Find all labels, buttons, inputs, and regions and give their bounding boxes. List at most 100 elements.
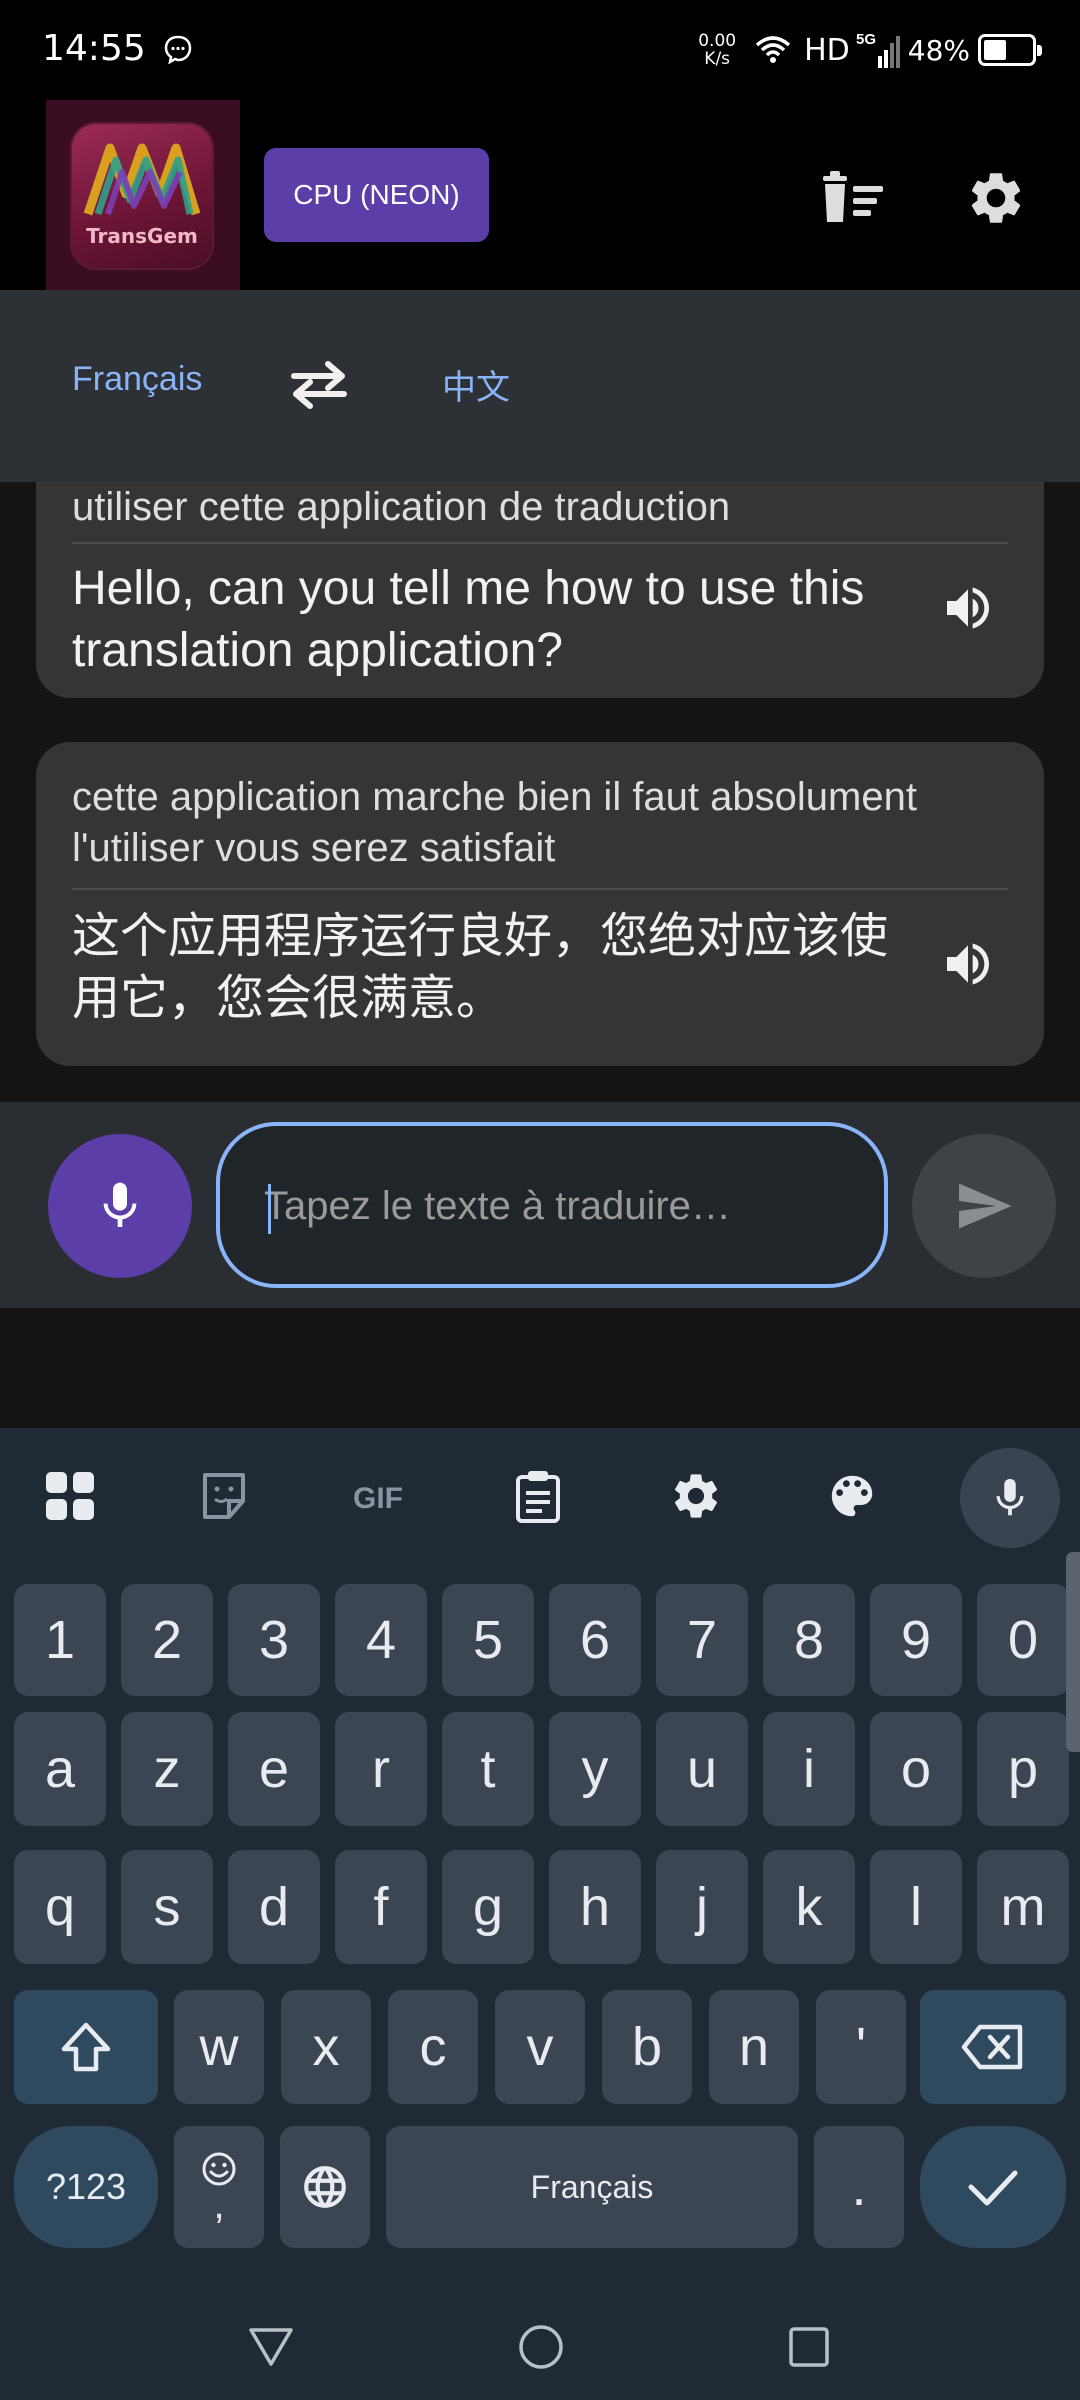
message-divider [72, 542, 1008, 544]
number-key[interactable]: 4 [335, 1584, 427, 1696]
mic-icon [996, 1478, 1024, 1516]
settings-button[interactable] [956, 158, 1036, 238]
keyboard-voice-button[interactable] [960, 1448, 1060, 1548]
sticker-icon [203, 1473, 245, 1519]
svg-text:GIF: GIF [353, 1482, 403, 1515]
done-key[interactable] [920, 2126, 1066, 2248]
letter-key[interactable]: c [388, 1990, 478, 2104]
number-key[interactable]: 6 [549, 1584, 641, 1696]
letter-key[interactable]: t [442, 1712, 534, 1826]
letter-key[interactable]: i [763, 1712, 855, 1826]
conversation-list[interactable]: utiliser cette application de traduction… [0, 482, 1080, 1102]
number-key[interactable]: 8 [763, 1584, 855, 1696]
number-key[interactable]: 1 [14, 1584, 106, 1696]
clear-history-button[interactable] [812, 158, 892, 238]
letter-key[interactable]: n [709, 1990, 799, 2104]
space-key[interactable]: Français [386, 2126, 798, 2248]
period-key[interactable]: . [814, 2126, 904, 2248]
letter-key[interactable]: g [442, 1850, 534, 1964]
target-language-selector[interactable]: 中文 [442, 360, 510, 409]
translation-text-field[interactable] [216, 1122, 888, 1288]
source-language-selector[interactable]: Français [72, 360, 202, 399]
hd-indicator: HD [804, 32, 850, 68]
status-indicators: 0.00 K/s HD 5G 48% [698, 26, 1042, 74]
message-card: utiliser cette application de traduction… [36, 482, 1044, 698]
comma-label: , [213, 2183, 225, 2227]
number-key[interactable]: 2 [121, 1584, 213, 1696]
letter-key[interactable]: m [977, 1850, 1069, 1964]
letter-key[interactable]: j [656, 1850, 748, 1964]
clipboard-icon [516, 1471, 560, 1523]
settings-icon [971, 173, 1021, 223]
speak-translation-button[interactable] [940, 580, 996, 636]
letter-key[interactable]: r [335, 1712, 427, 1826]
palette-icon [831, 1475, 873, 1517]
emoji-icon [202, 2152, 236, 2186]
theme-button[interactable] [814, 1458, 890, 1534]
symbols-key[interactable]: ?123 [14, 2126, 158, 2248]
app-logo: TransGem [46, 100, 240, 290]
letter-key[interactable]: b [602, 1990, 692, 2104]
letter-key[interactable]: u [656, 1712, 748, 1826]
number-key[interactable]: 5 [442, 1584, 534, 1696]
empty-area [0, 1308, 1080, 1428]
home-circle-icon [519, 2325, 563, 2369]
swap-languages-button[interactable] [286, 354, 352, 414]
apps-grid-button[interactable] [32, 1458, 108, 1534]
number-key[interactable]: 9 [870, 1584, 962, 1696]
letter-key[interactable]: l [870, 1850, 962, 1964]
letter-key[interactable]: e [228, 1712, 320, 1826]
back-button[interactable] [236, 2312, 306, 2382]
message-translation-text: Hello, can you tell me how to use this t… [72, 562, 865, 677]
shift-key[interactable] [14, 1990, 158, 2104]
gif-icon: GIF [353, 1482, 403, 1515]
number-key[interactable]: 7 [656, 1584, 748, 1696]
letter-key[interactable]: d [228, 1850, 320, 1964]
letter-key[interactable]: q [14, 1850, 106, 1964]
letter-key[interactable]: k [763, 1850, 855, 1964]
letter-key[interactable]: f [335, 1850, 427, 1964]
letter-key[interactable]: z [121, 1712, 213, 1826]
clipboard-button[interactable] [500, 1458, 576, 1534]
battery-percent: 48% [907, 33, 970, 67]
emoji-key[interactable]: , [174, 2126, 264, 2248]
wifi-icon [755, 36, 791, 63]
recents-button[interactable] [774, 2312, 844, 2382]
message-source-text: utiliser cette application de traduction [72, 485, 731, 529]
letter-key[interactable]: x [281, 1990, 371, 2104]
text-cursor [268, 1184, 271, 1234]
input-bar [0, 1102, 1080, 1308]
speaker-icon [947, 943, 989, 985]
letter-key[interactable]: s [121, 1850, 213, 1964]
logo-text: TransGem [86, 224, 198, 248]
speak-translation-button[interactable] [940, 936, 996, 992]
letter-key[interactable]: y [549, 1712, 641, 1826]
keyboard-settings-button[interactable] [658, 1458, 734, 1534]
cpu-backend-button[interactable]: CPU (NEON) [264, 148, 489, 242]
number-key[interactable]: 3 [228, 1584, 320, 1696]
language-switch-key[interactable] [280, 2126, 370, 2248]
backspace-icon [961, 2024, 1023, 2070]
translation-input[interactable] [264, 1166, 844, 1246]
number-key[interactable]: 0 [977, 1584, 1069, 1696]
gif-button[interactable]: GIF [344, 1458, 420, 1534]
sticker-button[interactable] [186, 1458, 262, 1534]
letter-key[interactable]: o [870, 1712, 962, 1826]
battery-icon [978, 34, 1042, 66]
letter-key[interactable]: a [14, 1712, 106, 1826]
keyboard-scroll-handle[interactable] [1066, 1552, 1080, 1752]
letter-key[interactable]: h [549, 1850, 641, 1964]
keyboard-toolbar: GIF [0, 1428, 1080, 1558]
backspace-key[interactable] [920, 1990, 1066, 2104]
letter-key[interactable]: ' [816, 1990, 906, 2104]
letter-key[interactable]: p [977, 1712, 1069, 1826]
letter-key[interactable]: w [174, 1990, 264, 2104]
letter-key[interactable]: v [495, 1990, 585, 2104]
send-button[interactable] [912, 1134, 1056, 1278]
home-button[interactable] [506, 2312, 576, 2382]
globe-icon [304, 2166, 346, 2208]
voice-input-button[interactable] [48, 1134, 192, 1278]
speaker-icon [947, 587, 989, 629]
message-notification-icon [164, 35, 192, 64]
settings-icon [674, 1474, 718, 1518]
